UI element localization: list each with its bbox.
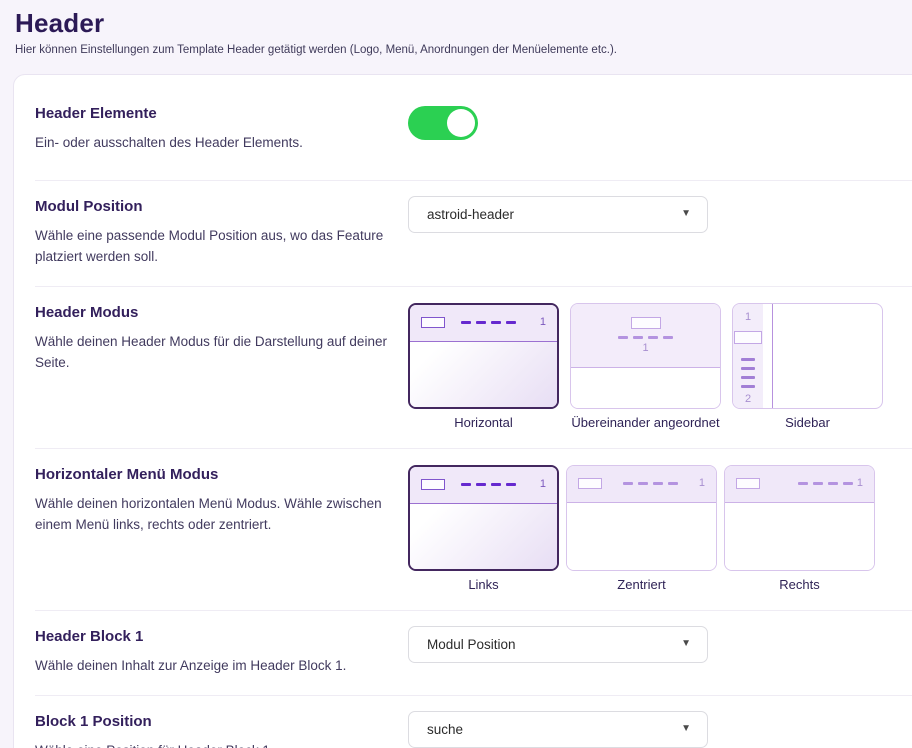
setting-description: Wähle eine Position für Header Block 1. (35, 741, 387, 748)
wireframe-block-number: 1 (642, 343, 648, 354)
wireframe-body (567, 503, 716, 571)
wireframe-menu-dashes (623, 482, 678, 485)
wireframe-logo (734, 331, 762, 344)
menu-modus-option-zentriert[interactable]: 1 Zentriert (566, 465, 717, 592)
wireframe-menu-dashes (741, 358, 755, 394)
option-label: Sidebar (732, 415, 883, 430)
page-subtitle: Hier können Einstellungen zum Template H… (15, 44, 912, 56)
wireframe-body (571, 368, 720, 408)
wireframe-menu-dashes (618, 336, 673, 339)
chevron-down-icon: ▼ (681, 209, 691, 219)
page-header: Header Hier können Einstellungen zum Tem… (0, 0, 912, 56)
wireframe-logo (421, 317, 445, 328)
option-label: Übereinander angeordnet (570, 415, 721, 430)
setting-row-modul-position: Modul Position Wähle eine passende Modul… (35, 180, 912, 286)
wireframe-menu-dashes (798, 482, 853, 485)
wireframe-block-number: 1 (540, 317, 546, 328)
header-modus-option-horizontal[interactable]: 1 Horizontal (408, 303, 559, 430)
header-elemente-toggle[interactable] (408, 106, 478, 140)
settings-card: Header Elemente Ein- oder ausschalten de… (13, 74, 912, 748)
option-label: Horizontal (408, 415, 559, 430)
chevron-down-icon: ▼ (681, 639, 691, 649)
wireframe-block-number: 1 (745, 312, 751, 323)
setting-description: Ein- oder ausschalten des Header Element… (35, 133, 387, 154)
wireframe-divider (772, 304, 773, 408)
setting-row-block-1-position: Block 1 Position Wähle eine Position für… (35, 695, 912, 748)
chevron-down-icon: ▼ (681, 724, 691, 734)
select-value: Modul Position (427, 637, 516, 652)
setting-label: Header Block 1 (35, 628, 387, 646)
toggle-knob (447, 109, 475, 137)
wireframe-body (410, 342, 557, 409)
wireframe-logo (631, 317, 661, 329)
setting-label: Header Modus (35, 304, 387, 322)
wireframe-body (725, 503, 874, 571)
wireframe-block-number: 1 (857, 478, 863, 489)
block-1-position-select[interactable]: suche ▼ (408, 711, 708, 748)
option-label: Rechts (724, 577, 875, 592)
modul-position-select[interactable]: astroid-header ▼ (408, 196, 708, 233)
wireframe-block-number: 1 (699, 478, 705, 489)
wireframe-logo (736, 478, 760, 489)
header-modus-option-sidebar[interactable]: 1 2 Sidebar (732, 303, 883, 430)
setting-row-header-block-1: Header Block 1 Wähle deinen Inhalt zur A… (35, 610, 912, 695)
header-modus-option-stacked[interactable]: 1 Übereinander angeordnet (570, 303, 721, 430)
setting-description: Wähle deinen Header Modus für die Darste… (35, 332, 387, 374)
wireframe-menu-dashes (461, 483, 516, 486)
setting-description: Wähle deinen horizontalen Menü Modus. Wä… (35, 494, 387, 536)
wireframe-body (410, 504, 557, 571)
setting-label: Block 1 Position (35, 713, 387, 731)
setting-label: Modul Position (35, 198, 387, 216)
option-label: Links (408, 577, 559, 592)
setting-row-header-modus: Header Modus Wähle deinen Header Modus f… (35, 286, 912, 448)
setting-label: Header Elemente (35, 105, 387, 123)
menu-modus-option-rechts[interactable]: 1 Rechts (724, 465, 875, 592)
select-value: astroid-header (427, 207, 514, 222)
wireframe-block-number: 2 (745, 394, 751, 405)
setting-description: Wähle deinen Inhalt zur Anzeige im Heade… (35, 656, 387, 677)
setting-row-header-elemente: Header Elemente Ein- oder ausschalten de… (35, 75, 912, 180)
wireframe-block-number: 1 (540, 479, 546, 490)
setting-label: Horizontaler Menü Modus (35, 466, 387, 484)
setting-row-horizontaler-menu-modus: Horizontaler Menü Modus Wähle deinen hor… (35, 448, 912, 610)
page-title: Header (15, 8, 912, 39)
select-value: suche (427, 722, 463, 737)
wireframe-logo (421, 479, 445, 490)
setting-description: Wähle eine passende Modul Position aus, … (35, 226, 387, 268)
menu-modus-option-links[interactable]: 1 Links (408, 465, 559, 592)
header-block-1-select[interactable]: Modul Position ▼ (408, 626, 708, 663)
wireframe-menu-dashes (461, 321, 516, 324)
wireframe-logo (578, 478, 602, 489)
option-label: Zentriert (566, 577, 717, 592)
